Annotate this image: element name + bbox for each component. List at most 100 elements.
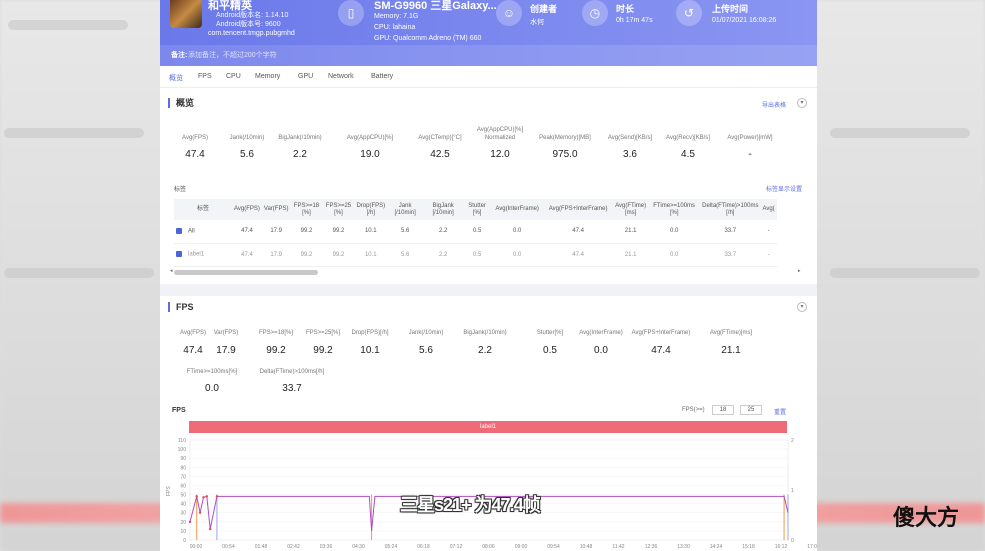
table-cell: 2.2 — [423, 243, 464, 267]
table-cell: 47.4 — [232, 220, 262, 244]
app-version-code: Android版本号: 9600 — [216, 21, 281, 28]
table-header-cell: FTime>=100ms [%] — [648, 199, 701, 220]
note-label: 备注: — [171, 52, 188, 59]
y2-tick-label: 2 — [791, 438, 794, 444]
background-blur-bar — [830, 268, 980, 278]
y-tick-label: 40 — [180, 502, 186, 508]
table-cell: 0.5 — [463, 220, 492, 244]
device-gpu: GPU: Qualcomm Adreno (TM) 660 — [374, 35, 482, 42]
y-tick-label: 90 — [180, 456, 186, 462]
table-header-cell: Var(FPS) — [261, 199, 291, 220]
table-cell: 17.9 — [261, 220, 291, 244]
table-cell: 0.0 — [491, 220, 544, 244]
tag-name: All — [188, 228, 195, 235]
y-tick-label: 50 — [180, 493, 186, 499]
tab-bar: 概览 FPS CPU Memory GPU Network Battery — [160, 66, 817, 88]
y2-tick-label: 0 — [791, 538, 794, 544]
y-tick-label: 110 — [178, 438, 186, 444]
table-scrollbar[interactable]: ◂ ▸ — [170, 268, 804, 275]
tab-memory[interactable]: Memory — [255, 73, 280, 80]
fps-metric-value: 21.1 — [721, 345, 741, 356]
table-cell: 0.0 — [648, 243, 701, 267]
table-cell: 33.7 — [700, 243, 761, 267]
x-tick-label: 00:00 — [190, 544, 203, 550]
tag-checkbox[interactable] — [176, 227, 182, 234]
tag-name: label1 — [188, 251, 205, 258]
scroll-right-icon[interactable]: ▸ — [798, 268, 801, 274]
overview-metric-value: 4.5 — [681, 149, 695, 160]
fps-metric-value: 0.0 — [205, 383, 219, 394]
table-cell: 21.1 — [613, 243, 649, 267]
x-tick-label: 17:06 — [807, 544, 817, 550]
x-tick-label: 16:12 — [775, 544, 788, 550]
table-row: All 47.4 17.9 99.2 99.2 10.1 5.6 2.2 0.5 0.0 47.4 2… — [174, 220, 777, 244]
scrollbar-thumb[interactable] — [174, 270, 318, 275]
table-cell: 10.1 — [354, 220, 388, 244]
tab-gpu[interactable]: GPU — [298, 73, 313, 80]
overview-metric-label: Avg(AppCPU)[%] Normalized — [476, 127, 524, 141]
y-axis-label: FPS — [166, 486, 172, 496]
x-tick-label: 12:36 — [645, 544, 658, 550]
overview-metric-label: Avg(Recv)[KB/s] — [666, 135, 710, 141]
upload-history-icon: ↺ — [676, 0, 702, 26]
table-cell: 2.2 — [423, 220, 464, 244]
x-tick-label: 07:12 — [450, 544, 463, 550]
table-cell: 99.2 — [322, 220, 355, 244]
video-subtitle: 三星s21+ 为47.4帧 — [400, 495, 541, 515]
x-tick-label: 14:24 — [710, 544, 723, 550]
tab-cpu[interactable]: CPU — [226, 73, 241, 80]
overview-metric-value: 19.0 — [360, 149, 380, 160]
x-tick-label: 09:54 — [547, 544, 560, 550]
table-cell: 99.2 — [322, 243, 355, 267]
duration-title: 时长 — [616, 4, 635, 14]
x-tick-label: 02:42 — [287, 544, 300, 550]
tab-network[interactable]: Network — [328, 73, 354, 80]
watermark: 傻大方 — [893, 505, 960, 530]
table-cell: 0.0 — [491, 243, 544, 267]
table-cell: - — [760, 243, 777, 267]
x-tick-label: 06:18 — [417, 544, 430, 550]
upload-time-value: 01/07/2021 16:08:26 — [712, 17, 777, 24]
tags-table: 标签 Avg(FPS) Var(FPS) FPS>=18 [%] FPS>=25 [%]… — [174, 199, 777, 267]
table-cell: 33.7 — [700, 220, 761, 244]
app-icon — [170, 0, 202, 28]
tab-battery[interactable]: Battery — [371, 73, 393, 80]
table-header-cell: 标签 — [174, 199, 232, 220]
table-cell: 17.9 — [261, 243, 291, 267]
fps-metric-label: BigJank(/10min) — [463, 330, 507, 336]
x-tick-label: 08:06 — [482, 544, 495, 550]
table-header-cell: Drop(FPS) [/h] — [354, 199, 388, 220]
tag-checkbox[interactable] — [176, 251, 182, 258]
table-header-cell: Avg(FPS+InterFrame) — [543, 199, 614, 220]
table-header-cell: Avg(FTime) [ms] — [613, 199, 649, 220]
fps-metric-label: Avg(FPS+InterFrame) — [631, 330, 691, 336]
background-blur-bar — [8, 20, 128, 30]
table-cell-tag: label1 — [174, 243, 232, 267]
table-cell-tag: All — [174, 220, 232, 244]
overview-metric-label: BigJank(/10min) — [278, 135, 322, 141]
tab-fps[interactable]: FPS — [198, 73, 212, 80]
fps-point — [198, 511, 202, 514]
table-row: label1 47.4 17.9 99.2 99.2 10.1 5.6 2.2 0.5 0.0 47… — [174, 243, 777, 267]
fps-metric-label: FTime>=100ms[%] — [186, 369, 238, 375]
tab-overview[interactable]: 概览 — [169, 73, 183, 83]
tag-display-settings-link[interactable]: 标签显示设置 — [766, 184, 802, 193]
fps-metric-value: 33.7 — [282, 383, 302, 394]
device-memory: Memory: 7.1G — [374, 13, 419, 20]
table-cell: 47.4 — [543, 243, 614, 267]
export-table-link[interactable]: 导出表格 — [762, 100, 786, 109]
upload-time-title: 上传时间 — [712, 4, 749, 14]
x-tick-label: 15:18 — [742, 544, 755, 550]
collapse-fps-button[interactable]: ▾ — [797, 302, 807, 312]
table-header-cell: FPS>=18 [%] — [290, 199, 323, 220]
fps-point — [188, 520, 192, 524]
x-tick-label: 10:48 — [580, 544, 593, 550]
table-cell: 5.6 — [387, 220, 424, 244]
y2-tick-label: 1 — [791, 488, 794, 494]
table-cell: 47.4 — [232, 243, 262, 267]
scroll-left-icon[interactable]: ◂ — [170, 268, 173, 274]
x-tick-label: 01:48 — [255, 544, 268, 550]
collapse-overview-button[interactable]: ▾ — [797, 98, 807, 108]
table-cell: - — [760, 220, 777, 244]
creator-value: 水何 — [530, 19, 544, 26]
